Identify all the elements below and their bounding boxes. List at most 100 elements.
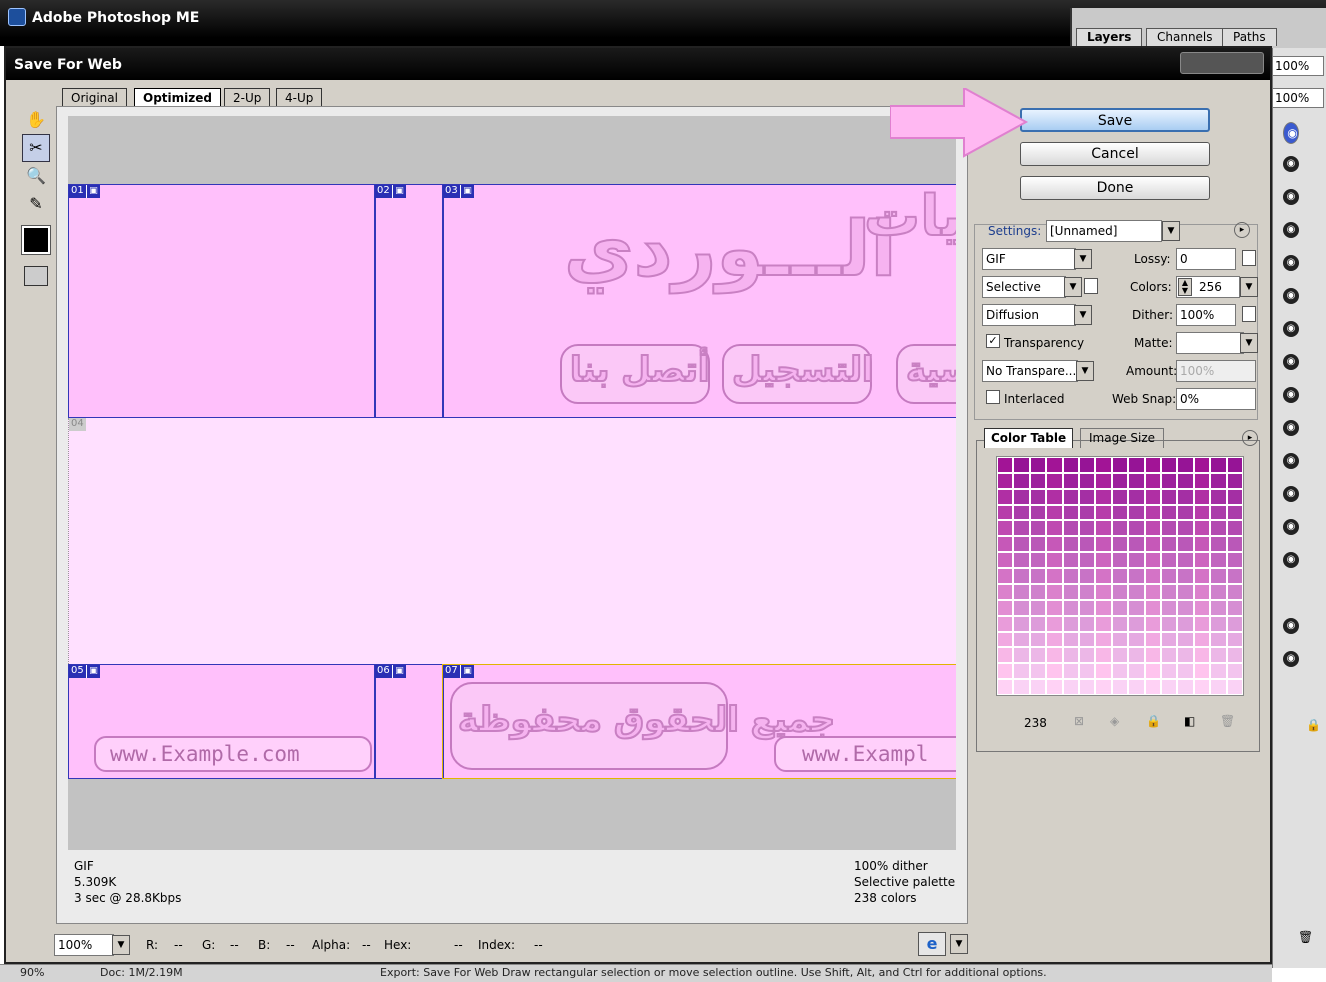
optimize-menu-icon[interactable]: ▸: [1234, 222, 1250, 238]
slice-06[interactable]: 06 ▣: [374, 664, 444, 779]
color-swatch[interactable]: [1095, 615, 1112, 632]
color-swatch[interactable]: [1144, 631, 1161, 648]
color-swatch[interactable]: [1062, 552, 1079, 569]
color-swatch[interactable]: [1177, 536, 1194, 553]
color-swatch[interactable]: [1029, 457, 1047, 473]
dither-field[interactable]: 100%: [1176, 304, 1236, 326]
color-swatch[interactable]: [1111, 615, 1129, 632]
color-swatch[interactable]: [1177, 583, 1194, 600]
cancel-button[interactable]: Cancel: [1020, 142, 1210, 166]
color-swatch[interactable]: [1177, 568, 1194, 584]
color-swatch[interactable]: [1046, 457, 1063, 473]
color-swatch[interactable]: [997, 599, 1014, 616]
color-swatch[interactable]: [1193, 457, 1211, 473]
color-swatch[interactable]: [1210, 599, 1227, 616]
color-swatch[interactable]: [1128, 599, 1145, 616]
web-shift-icon[interactable]: ◈: [1110, 714, 1119, 728]
color-swatch[interactable]: [997, 520, 1014, 537]
layer-eye-icon[interactable]: ◉: [1283, 651, 1299, 667]
color-swatch[interactable]: [1111, 536, 1129, 553]
color-swatch[interactable]: [1210, 663, 1227, 680]
color-swatch[interactable]: [1193, 536, 1211, 553]
color-swatch[interactable]: [1160, 504, 1178, 521]
colors-stepper[interactable]: ▲ ▼: [1178, 278, 1192, 296]
color-swatch[interactable]: [1046, 615, 1063, 632]
layer-eye-icon[interactable]: ◉: [1283, 387, 1299, 403]
color-swatch[interactable]: [1160, 647, 1178, 664]
color-swatch[interactable]: [1144, 647, 1161, 664]
lossy-mask-icon[interactable]: [1242, 250, 1256, 266]
transparency-dither-select[interactable]: No Transpare...: [982, 360, 1078, 382]
color-swatch[interactable]: [1046, 472, 1063, 489]
color-swatch[interactable]: [1029, 663, 1047, 680]
color-swatch[interactable]: [1144, 488, 1161, 505]
color-swatch[interactable]: [1046, 647, 1063, 664]
layer-eye-icon[interactable]: ◉: [1283, 189, 1299, 205]
color-swatch[interactable]: [1177, 679, 1194, 695]
color-swatch[interactable]: [1062, 488, 1079, 505]
trash-icon[interactable]: 🗑: [1298, 930, 1313, 944]
color-swatch[interactable]: [1128, 457, 1145, 473]
color-swatch[interactable]: [1095, 663, 1112, 680]
color-swatch[interactable]: [1226, 520, 1243, 537]
color-swatch[interactable]: [1210, 504, 1227, 521]
color-swatch[interactable]: [1095, 631, 1112, 648]
palette-select[interactable]: Selective: [982, 276, 1066, 298]
color-swatch[interactable]: [1193, 679, 1211, 695]
layer-eye-icon[interactable]: ◉: [1283, 122, 1299, 144]
color-swatch[interactable]: [1111, 663, 1129, 680]
layer-eye-icon[interactable]: ◉: [1283, 255, 1299, 271]
color-swatch[interactable]: [1013, 599, 1030, 616]
color-swatch[interactable]: [1177, 504, 1194, 521]
color-swatch[interactable]: [1046, 679, 1063, 695]
slice-04[interactable]: 04: [68, 418, 956, 664]
toggle-slices-visibility-button[interactable]: [24, 266, 48, 286]
color-swatch[interactable]: [1226, 457, 1243, 473]
color-swatch[interactable]: [1226, 552, 1243, 569]
color-swatch[interactable]: [1160, 552, 1178, 569]
color-swatch[interactable]: [1029, 599, 1047, 616]
opacity-field[interactable]: 100%: [1272, 56, 1324, 76]
color-swatch[interactable]: [1128, 631, 1145, 648]
color-swatch[interactable]: [1013, 583, 1030, 600]
color-swatch[interactable]: [1078, 647, 1096, 664]
color-swatch[interactable]: [1078, 520, 1096, 537]
color-swatch[interactable]: [997, 631, 1014, 648]
color-swatch[interactable]: [1177, 647, 1194, 664]
color-swatch[interactable]: [1210, 457, 1227, 473]
color-swatch[interactable]: [1029, 568, 1047, 584]
tab-original[interactable]: Original: [62, 88, 127, 108]
color-swatch[interactable]: [1013, 472, 1030, 489]
interlaced-checkbox[interactable]: [986, 390, 1000, 404]
layer-eye-icon[interactable]: ◉: [1283, 420, 1299, 436]
color-swatch[interactable]: [1193, 583, 1211, 600]
color-swatch[interactable]: [1046, 552, 1063, 569]
matte-field[interactable]: [1176, 332, 1244, 354]
color-swatch[interactable]: [997, 663, 1014, 680]
color-swatch[interactable]: [1210, 472, 1227, 489]
color-swatch[interactable]: [1144, 520, 1161, 537]
color-swatch[interactable]: [1111, 679, 1129, 695]
color-swatch[interactable]: [1029, 488, 1047, 505]
color-swatch[interactable]: [1193, 599, 1211, 616]
color-swatch[interactable]: [1078, 663, 1096, 680]
color-swatch[interactable]: [1029, 647, 1047, 664]
color-swatch[interactable]: [997, 568, 1014, 584]
color-swatch[interactable]: [1177, 457, 1194, 473]
layer-eye-icon[interactable]: ◉: [1283, 288, 1299, 304]
tab-layers[interactable]: Layers: [1076, 28, 1143, 46]
color-swatch[interactable]: [997, 552, 1014, 569]
color-swatch[interactable]: [1095, 520, 1112, 537]
color-swatch[interactable]: [1193, 647, 1211, 664]
color-swatch[interactable]: [1144, 504, 1161, 521]
color-swatch[interactable]: [1095, 679, 1112, 695]
color-swatch[interactable]: [1062, 663, 1079, 680]
color-swatch[interactable]: [1210, 488, 1227, 505]
layer-eye-icon[interactable]: ◉: [1283, 552, 1299, 568]
palette-mask-icon[interactable]: [1084, 278, 1098, 294]
color-swatch[interactable]: [1062, 679, 1079, 695]
color-swatch[interactable]: [1062, 536, 1079, 553]
layer-eye-icon[interactable]: ◉: [1283, 354, 1299, 370]
color-table-grid[interactable]: [996, 456, 1244, 696]
color-swatch[interactable]: [1193, 615, 1211, 632]
